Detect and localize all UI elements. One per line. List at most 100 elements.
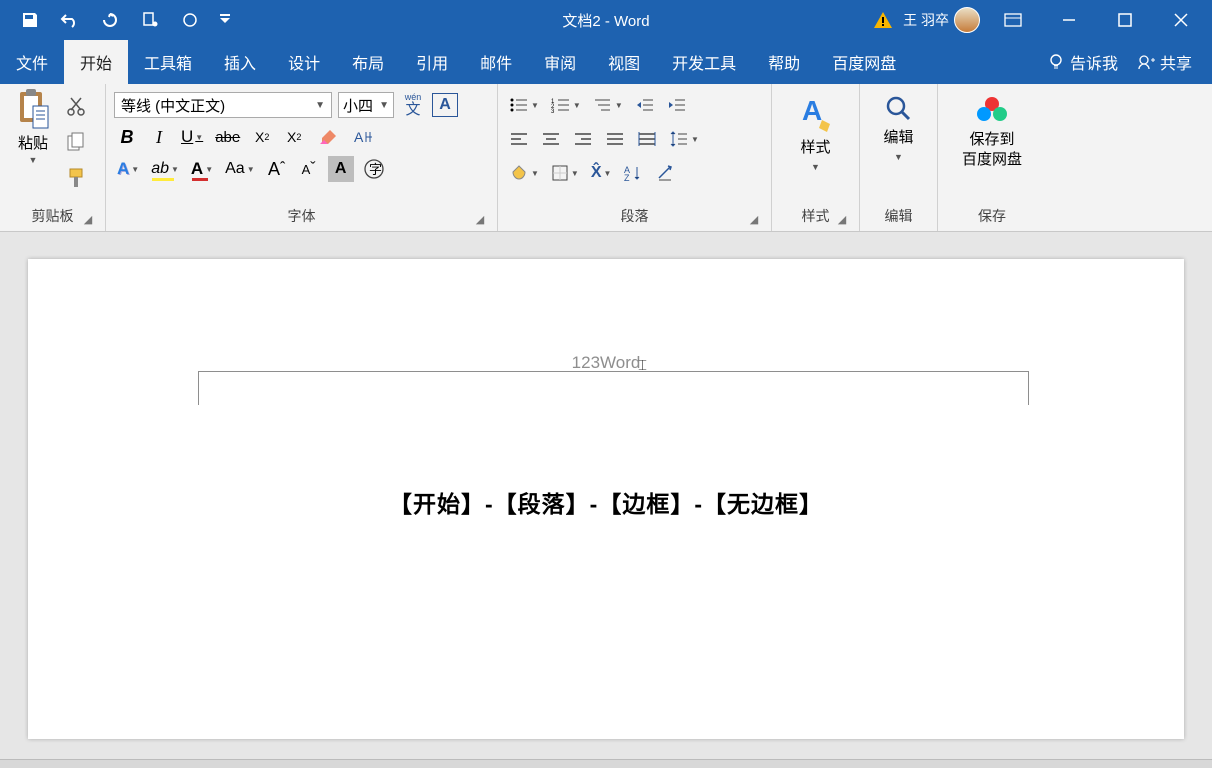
enclose-char-icon[interactable]: 字 [360, 156, 388, 182]
tab-view[interactable]: 视图 [592, 40, 656, 84]
align-right-icon[interactable] [570, 126, 596, 152]
tab-home[interactable]: 开始 [64, 40, 128, 84]
styles-button[interactable]: A 样式 ▼ [784, 88, 848, 172]
document-area: 123Word ⌶ 【开始】-【段落】-【边框】-【无边框】 [0, 232, 1212, 759]
save-icon[interactable] [18, 8, 42, 32]
editing-button[interactable]: 编辑 ▼ [868, 88, 929, 162]
undo-icon[interactable] [58, 8, 82, 32]
tab-references[interactable]: 引用 [400, 40, 464, 84]
line-spacing-icon[interactable]: ▼ [666, 126, 702, 152]
tab-design[interactable]: 设计 [272, 40, 336, 84]
horizontal-scrollbar[interactable] [0, 759, 1212, 768]
show-marks-icon[interactable] [652, 160, 678, 186]
paste-label: 粘贴 [18, 132, 48, 153]
editing-label: 编辑 [883, 128, 913, 148]
group-label-paragraph: 段落 ◢ [506, 203, 763, 231]
increase-indent-icon[interactable] [664, 92, 690, 118]
share-label: 共享 [1160, 50, 1192, 74]
avatar [954, 7, 980, 33]
char-spacing-icon[interactable]: A [349, 124, 377, 150]
title-bar: 文档2 - Word 王 羽卒 [0, 0, 1212, 40]
align-center-icon[interactable] [538, 126, 564, 152]
circle-icon[interactable] [178, 8, 202, 32]
group-baidu: 保存到百度网盘 保存 [938, 84, 1046, 231]
launcher-icon[interactable]: ◢ [835, 213, 849, 227]
header-rule [198, 371, 1028, 372]
svg-text:Z: Z [624, 173, 630, 182]
grow-font-icon[interactable]: Aˆ [264, 156, 290, 182]
group-styles: A 样式 ▼ 样式 ◢ [772, 84, 860, 231]
tab-insert[interactable]: 插入 [208, 40, 272, 84]
styles-label: 样式 [800, 138, 830, 158]
copy-icon[interactable] [64, 130, 88, 154]
tell-me[interactable]: 告诉我 [1048, 50, 1118, 74]
phonetic-guide-icon[interactable]: wén文 [400, 92, 426, 118]
font-size-combo[interactable]: 小四▼ [338, 92, 394, 118]
tab-toolbox[interactable]: 工具箱 [128, 40, 208, 84]
tab-file[interactable]: 文件 [0, 40, 64, 84]
baidu-save-button[interactable]: 保存到百度网盘 [947, 88, 1037, 169]
underline-icon[interactable]: U▼ [178, 124, 206, 150]
maximize-icon[interactable] [1102, 4, 1148, 36]
italic-icon[interactable]: I [146, 124, 172, 150]
group-label-styles: 样式 ◢ [780, 203, 851, 231]
change-case-icon[interactable]: Aa▼ [222, 156, 258, 182]
document-page[interactable]: 123Word ⌶ 【开始】-【段落】-【边框】-【无边框】 [28, 259, 1184, 739]
quick-access-toolbar [0, 8, 232, 32]
bold-icon[interactable]: B [114, 124, 140, 150]
clear-format-icon[interactable] [313, 124, 343, 150]
format-painter-icon[interactable] [64, 166, 88, 190]
cut-icon[interactable] [64, 94, 88, 118]
touch-mode-icon[interactable] [138, 8, 162, 32]
share-button[interactable]: 共享 [1138, 50, 1192, 74]
char-border-icon[interactable]: A [432, 93, 458, 117]
svg-text:3: 3 [551, 109, 555, 113]
close-icon[interactable] [1158, 4, 1204, 36]
shrink-font-icon[interactable]: Aˇ [296, 156, 322, 182]
asian-layout-icon[interactable]: X̂▼ [588, 160, 615, 186]
redo-icon[interactable] [98, 8, 122, 32]
char-shading-icon[interactable]: A [328, 156, 354, 182]
user-name: 王 羽卒 [903, 10, 949, 30]
ribbon-options-icon[interactable] [990, 4, 1036, 36]
paste-button[interactable]: 粘贴 ▼ [8, 88, 58, 165]
tab-help[interactable]: 帮助 [752, 40, 816, 84]
svg-text:字: 字 [369, 162, 382, 177]
tab-mail[interactable]: 邮件 [464, 40, 528, 84]
launcher-icon[interactable]: ◢ [747, 213, 761, 227]
baidu-label-1: 保存到 [969, 131, 1014, 148]
tab-layout[interactable]: 布局 [336, 40, 400, 84]
justify-icon[interactable] [602, 126, 628, 152]
tab-review[interactable]: 审阅 [528, 40, 592, 84]
header-margin-left [198, 371, 199, 405]
baidu-label-2: 百度网盘 [962, 151, 1022, 168]
warning-icon[interactable] [873, 11, 893, 29]
borders-icon[interactable]: ▼ [548, 160, 582, 186]
decrease-indent-icon[interactable] [632, 92, 658, 118]
font-color-icon[interactable]: A▼ [188, 156, 216, 182]
text-effects-icon[interactable]: A▼ [114, 156, 142, 182]
shading-icon[interactable]: ▼ [506, 160, 542, 186]
multilevel-icon[interactable]: ▼ [590, 92, 626, 118]
superscript-icon[interactable]: X2 [281, 124, 307, 150]
font-name-combo[interactable]: 等线 (中文正文)▼ [114, 92, 332, 118]
user-account[interactable]: 王 羽卒 [903, 7, 980, 33]
bullets-icon[interactable]: ▼ [506, 92, 542, 118]
launcher-icon[interactable]: ◢ [81, 213, 95, 227]
align-left-icon[interactable] [506, 126, 532, 152]
numbering-icon[interactable]: 123▼ [548, 92, 584, 118]
sort-icon[interactable]: AZ [620, 160, 646, 186]
strikethrough-icon[interactable]: abe [212, 124, 243, 150]
minimize-icon[interactable] [1046, 4, 1092, 36]
group-label-editing: 编辑 [868, 203, 929, 231]
highlight-icon[interactable]: ab▼ [148, 156, 182, 182]
launcher-icon[interactable]: ◢ [473, 213, 487, 227]
qat-customize-icon[interactable] [218, 8, 232, 32]
tab-developer[interactable]: 开发工具 [656, 40, 752, 84]
tab-baidu[interactable]: 百度网盘 [816, 40, 912, 84]
distributed-icon[interactable] [634, 126, 660, 152]
window-title: 文档2 - Word [562, 10, 649, 31]
svg-text:A: A [354, 129, 364, 145]
subscript-icon[interactable]: X2 [249, 124, 275, 150]
ribbon-tabs: 文件 开始 工具箱 插入 设计 布局 引用 邮件 审阅 视图 开发工具 帮助 百… [0, 40, 1212, 84]
